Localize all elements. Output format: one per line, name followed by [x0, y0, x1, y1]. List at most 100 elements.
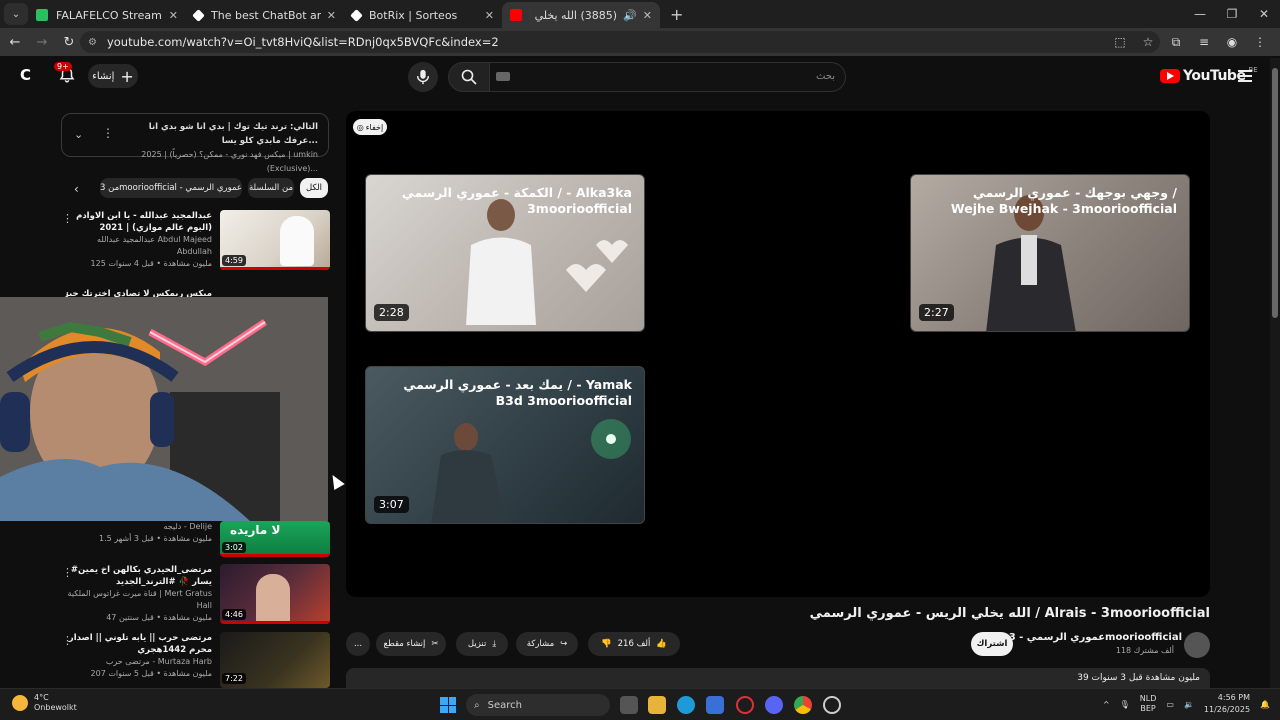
profile-icon[interactable]: ◉	[1218, 35, 1246, 49]
clip-button[interactable]: إنشاء مقطع ✂	[376, 632, 446, 656]
media-control-icon[interactable]: ≡	[1190, 35, 1218, 49]
forward-button[interactable]: →	[30, 35, 54, 50]
channel-name[interactable]: عموري الرسمي - 3moorioofficial	[1009, 632, 1182, 643]
botrix-icon	[350, 8, 363, 22]
dislike-icon[interactable]: 👎	[601, 639, 612, 649]
close-tab-icon[interactable]: ✕	[643, 9, 652, 22]
chip-from-channel[interactable]: من 3moorioofficial - عموري الرسمي	[100, 178, 242, 198]
scrollbar-thumb[interactable]	[1272, 68, 1278, 318]
hide-endscreen-button[interactable]: ◎ إخفاء	[353, 119, 387, 135]
weather-widget[interactable]: 4°C Onbewolkt	[12, 693, 77, 713]
clock[interactable]: 4:56 PM 11/26/2025	[1204, 692, 1250, 716]
discord-icon[interactable]	[765, 696, 783, 714]
browser-tab-youtube[interactable]: (3885) الله يخلي الريس - عمو 🔊 ✕	[502, 2, 660, 28]
more-options-icon[interactable]: ⋮	[62, 212, 73, 225]
address-bar[interactable]: ⚙ youtube.com/watch?v=Oi_tvt8HviQ&list=R…	[80, 31, 1160, 53]
browser-menu-icon[interactable]: ⋮	[1246, 35, 1274, 49]
notification-badge: 9+	[54, 62, 72, 71]
filter-chips: الكل من السلسلة من 3moorioofficial - عمو…	[70, 178, 332, 200]
store-icon[interactable]	[706, 696, 724, 714]
more-options-icon[interactable]: ⋮	[62, 634, 73, 647]
obs-icon[interactable]	[823, 696, 841, 714]
mute-tab-icon[interactable]: 🔊	[623, 9, 637, 22]
more-options-icon[interactable]: ⋮	[62, 566, 73, 579]
close-tab-icon[interactable]: ✕	[327, 9, 336, 22]
task-view-icon[interactable]	[620, 696, 638, 714]
language-indicator[interactable]: NLD BEP	[1140, 694, 1157, 714]
webcam-overlay	[0, 297, 328, 521]
scissors-icon: ✂	[431, 639, 439, 649]
keyboard-icon[interactable]	[496, 72, 510, 81]
video-thumbnail[interactable]: 4:46	[220, 564, 330, 624]
windows-taskbar: 4°C Onbewolkt ⌕ Search ^ 🎙 NLD BEP ▭ 🔉 4…	[0, 688, 1280, 720]
window-controls: — ❐ ✕	[1184, 0, 1280, 28]
channel-avatar[interactable]	[1184, 632, 1210, 658]
download-icon: ⤓	[492, 639, 497, 649]
reload-button[interactable]: ↻	[57, 35, 81, 50]
network-icon[interactable]: ▭	[1166, 700, 1174, 709]
playlist-item[interactable]: 4:59 عبدالمجيد عبدالله - يا ابن الاوادم …	[62, 210, 330, 270]
chip-all[interactable]: الكل	[300, 178, 328, 198]
start-button[interactable]	[440, 697, 456, 713]
browser-tab-falafelco[interactable]: FALAFELCO Stream - Watch Live ✕	[28, 2, 186, 28]
notifications-bell-icon[interactable]: 9+	[54, 62, 78, 86]
playlist-item[interactable]: لا ماريده 3:02 دليجه - Delije 1.5 مليون …	[62, 521, 330, 557]
close-tab-icon[interactable]: ✕	[485, 9, 494, 22]
more-actions-button[interactable]: ...	[346, 632, 370, 656]
video-thumbnail[interactable]: لا ماريده 3:02	[220, 521, 330, 557]
taskbar-search[interactable]: ⌕ Search	[466, 694, 610, 716]
video-thumbnail[interactable]: 7:22	[220, 632, 330, 688]
description-box[interactable]: 39 مليون مشاهدة قبل 3 سنوات	[346, 668, 1210, 688]
minimize-button[interactable]: —	[1184, 0, 1216, 28]
microphone-tray-icon[interactable]: 🎙	[1120, 700, 1130, 709]
like-icon[interactable]: 👍	[656, 639, 667, 649]
maximize-button[interactable]: ❐	[1216, 0, 1248, 28]
more-options-icon[interactable]: ⋮	[102, 126, 114, 140]
share-button[interactable]: مشاركة ↪	[516, 632, 578, 656]
page-scrollbar[interactable]	[1270, 58, 1280, 688]
video-thumbnail[interactable]: 4:59	[220, 210, 330, 270]
account-avatar[interactable]: C	[20, 66, 42, 88]
install-app-icon[interactable]: ⬚	[1106, 35, 1134, 49]
bookmark-star-icon[interactable]: ☆	[1134, 35, 1162, 49]
file-explorer-icon[interactable]	[648, 696, 666, 714]
new-tab-button[interactable]: +	[670, 5, 683, 24]
thumbnail-figure	[280, 216, 314, 266]
chrome-icon[interactable]	[794, 696, 812, 714]
volume-icon[interactable]: 🔉	[1184, 700, 1194, 709]
watched-progress-bar	[220, 621, 330, 624]
endscreen-video-card[interactable]: يمك بعد - عموري الرسمي / - Yamak B3d 3mo…	[365, 366, 645, 524]
chevron-down-icon[interactable]: ⌄	[74, 128, 83, 141]
opera-icon[interactable]	[736, 696, 754, 714]
playlist-item[interactable]: 7:22 مرتضى حرب || يابه تلوني || اصدار مح…	[62, 632, 330, 688]
playlist-item[interactable]: 4:46 #مرتضى_الحيدري بكالهن اخ يمين يسار …	[62, 564, 330, 624]
search-input[interactable]: بحث	[490, 62, 846, 92]
close-window-button[interactable]: ✕	[1248, 0, 1280, 28]
edge-icon[interactable]	[677, 696, 695, 714]
chevron-up-icon[interactable]: ^	[1103, 700, 1110, 709]
streamer-webcam-image	[0, 297, 328, 521]
youtube-play-icon	[1160, 69, 1180, 83]
extensions-icon[interactable]: ⧉	[1162, 35, 1190, 50]
voice-search-button[interactable]	[408, 62, 438, 92]
watched-progress-bar	[220, 267, 330, 270]
botrix-icon	[192, 8, 205, 22]
endscreen-video-card[interactable]: الكمكة - عموري الرسمي / - Alka3ka 3moori…	[365, 174, 645, 332]
browser-tab-botrix[interactable]: BotRix | Sorteos ✕	[344, 2, 502, 28]
download-button[interactable]: تنزيل ⤓	[456, 632, 508, 656]
create-button[interactable]: إنشاء +	[88, 64, 138, 88]
search-button[interactable]	[448, 62, 490, 92]
tab-search-button[interactable]: ⌄	[4, 3, 28, 25]
guide-menu-icon[interactable]	[1238, 70, 1252, 82]
browser-tab-chatbot[interactable]: The best ChatBot and Widgets ✕	[186, 2, 344, 28]
subscriber-count: 118 ألف مشترك	[1115, 646, 1174, 655]
back-button[interactable]: ←	[3, 35, 27, 50]
notifications-icon[interactable]: 🔔	[1260, 700, 1270, 709]
endscreen-video-card[interactable]: وجهي بوجهك - عموري الرسمي / Wejhe Bwejha…	[910, 174, 1190, 332]
chip-from-series[interactable]: من السلسلة	[248, 178, 294, 198]
subscribe-button[interactable]: اشتراك	[971, 632, 1013, 656]
share-icon: ↪	[560, 639, 568, 649]
microphone-icon	[416, 69, 430, 85]
site-info-icon[interactable]: ⚙	[88, 37, 97, 48]
close-tab-icon[interactable]: ✕	[169, 9, 178, 22]
